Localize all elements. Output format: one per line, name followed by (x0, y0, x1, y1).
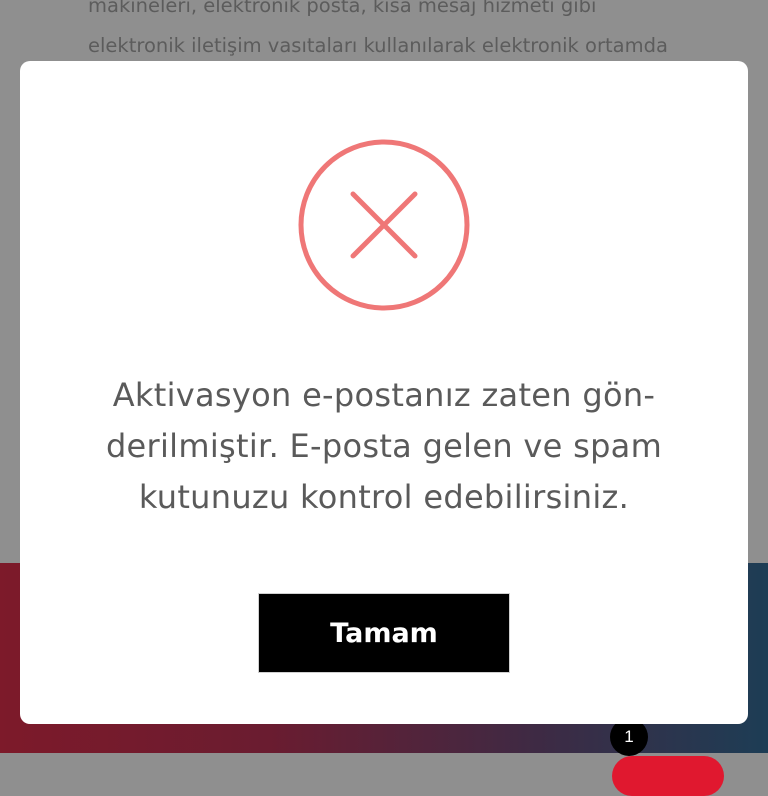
dialog-message-line: Aktivasyon e-postanız zaten gön- (112, 376, 656, 414)
background-body-text: makineleri, elektronik posta, kısa mesaj… (88, 0, 748, 66)
background-text-line: makineleri, elektronik posta, kısa mesaj… (88, 0, 597, 17)
error-x-circle-icon (298, 139, 470, 311)
background-action-button[interactable] (612, 756, 724, 796)
dialog-message: Aktivasyon e-postanız zaten gön- derilmi… (20, 370, 748, 523)
ok-button[interactable]: Tamam (258, 593, 510, 673)
background-text-line: elektronik iletişim vasıtaları kullanıla… (88, 34, 668, 57)
dialog-message-line: derilmiştir. E-posta gelen ve spam (105, 427, 663, 465)
dialog-message-line: kutunuzu kontrol edebilirsiniz. (138, 478, 630, 516)
